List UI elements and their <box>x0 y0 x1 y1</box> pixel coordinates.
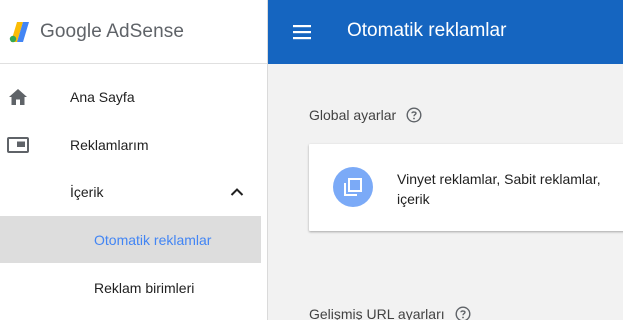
sidebar-item-label: Reklamlarım <box>70 136 149 153</box>
help-icon[interactable] <box>406 107 422 123</box>
sidebar-item-auto-ads[interactable]: Otomatik reklamlar <box>0 216 261 263</box>
sidebar: Google AdSense Ana Sayfa Reklamlarım İçe… <box>0 0 268 320</box>
sidebar-item-home[interactable]: Ana Sayfa <box>0 73 261 120</box>
page-title: Otomatik reklamlar <box>347 20 507 41</box>
advanced-url-settings-heading: Gelişmiş URL ayarları <box>309 306 471 320</box>
app-header: Otomatik reklamlar <box>268 0 623 64</box>
sidebar-item-label: Reklam birimleri <box>94 279 195 296</box>
sidebar-item-label: İçerik <box>70 183 104 200</box>
sidebar-item-ad-units[interactable]: Reklam birimleri <box>0 264 261 311</box>
logo[interactable]: Google AdSense <box>0 0 267 64</box>
home-icon <box>7 86 29 108</box>
adsense-logo-icon <box>9 21 29 42</box>
card-summary-text: Vinyet reklamlar, Sabit reklamlar, içeri… <box>397 171 601 207</box>
logo-text: Google AdSense <box>40 20 185 42</box>
sidebar-item-content[interactable]: İçerik <box>0 168 261 215</box>
help-icon[interactable] <box>455 306 471 320</box>
sidebar-item-label: Otomatik reklamlar <box>94 231 212 248</box>
global-settings-card[interactable]: Vinyet reklamlar, Sabit reklamlar, içeri… <box>309 144 623 231</box>
app-window: Google AdSense Ana Sayfa Reklamlarım İçe… <box>0 0 623 320</box>
section-title-text: Gelişmiş URL ayarları <box>309 306 445 320</box>
library-icon <box>333 167 373 207</box>
ad-units-icon <box>7 134 29 156</box>
chevron-up-icon[interactable] <box>229 184 245 200</box>
global-settings-heading: Global ayarlar <box>309 107 422 123</box>
sidebar-item-label: Ana Sayfa <box>70 88 135 105</box>
menu-icon[interactable] <box>292 23 312 41</box>
sidebar-item-my-ads[interactable]: Reklamlarım <box>0 121 261 168</box>
main-content: Global ayarlar Vinyet reklamlar, Sabit r… <box>268 64 623 320</box>
section-title-text: Global ayarlar <box>309 107 397 123</box>
